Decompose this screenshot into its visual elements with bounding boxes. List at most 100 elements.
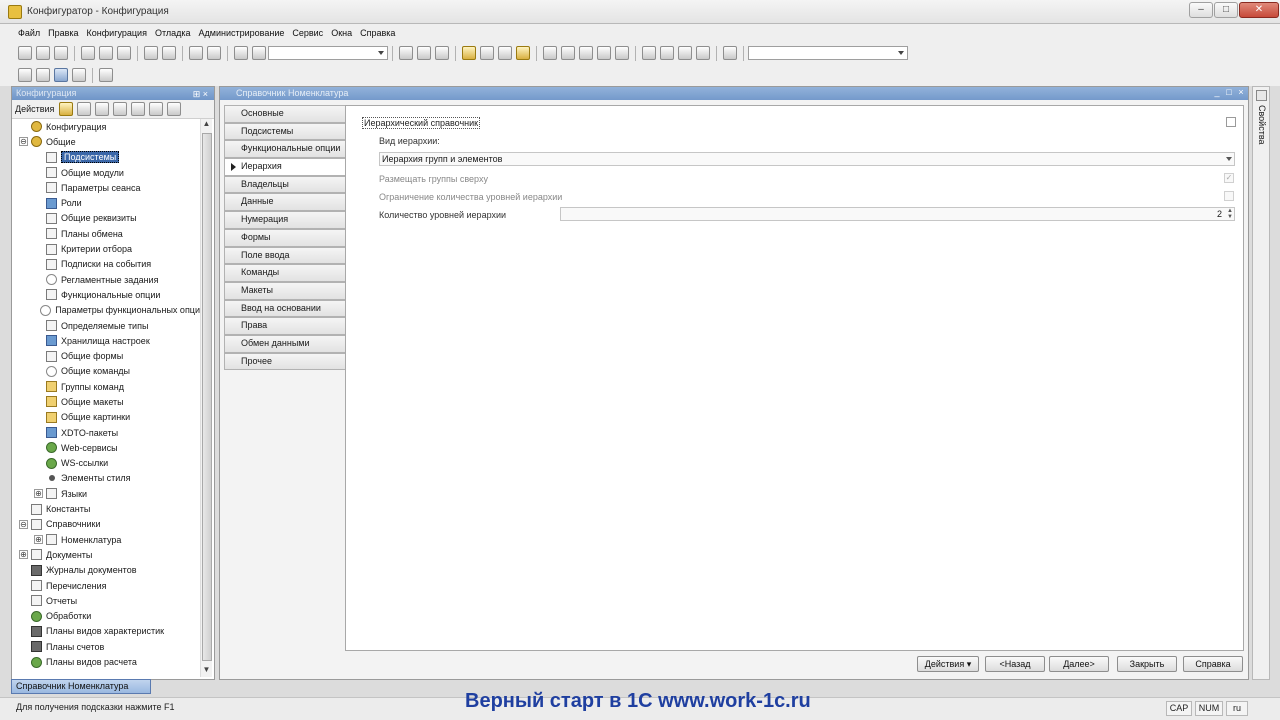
wand-icon[interactable] <box>462 46 476 60</box>
paste-icon[interactable] <box>117 46 131 60</box>
module-icon[interactable] <box>642 46 656 60</box>
expand-toggle-icon[interactable]: ⊖ <box>19 137 28 147</box>
find-icon[interactable] <box>234 46 248 60</box>
tool-icon[interactable] <box>480 46 494 60</box>
tab-12[interactable]: Права <box>224 317 346 335</box>
expand-toggle-icon[interactable]: ⊖ <box>19 519 28 529</box>
tree-item[interactable]: Критерии отбора <box>12 241 200 256</box>
bookmark-icon[interactable] <box>615 46 629 60</box>
hierarchy-type-select[interactable]: Иерархия групп и элементов <box>379 152 1235 166</box>
timer-icon[interactable] <box>723 46 737 60</box>
tab-5[interactable]: Данные <box>224 193 346 212</box>
editor-minimize-icon[interactable]: _ <box>1212 88 1222 98</box>
undo-icon[interactable] <box>189 46 203 60</box>
tab-9[interactable]: Команды <box>224 264 346 282</box>
editor-close-icon[interactable]: × <box>1236 88 1246 98</box>
maximize-button[interactable]: □ <box>1214 2 1238 18</box>
help-button[interactable]: Справка <box>1183 656 1243 672</box>
menu-configuration[interactable]: Конфигурация <box>83 28 151 38</box>
menu-debug[interactable]: Отладка <box>151 28 195 38</box>
brackets-icon[interactable] <box>597 46 611 60</box>
compare-icon[interactable] <box>72 68 86 82</box>
minimize-button[interactable]: – <box>1189 2 1213 18</box>
expand-toggle-icon[interactable]: ⊕ <box>34 535 43 545</box>
tree-item[interactable]: Отчеты <box>12 593 200 608</box>
tree-item[interactable]: Общие картинки <box>12 410 200 425</box>
tab-11[interactable]: Ввод на основании <box>224 299 346 318</box>
tree-item[interactable]: Журналы документов <box>12 563 200 578</box>
menu-edit[interactable]: Правка <box>44 28 82 38</box>
tree-item[interactable]: Регламентные задания <box>12 272 200 287</box>
tree-item[interactable]: Обработки <box>12 609 200 624</box>
tree-item[interactable]: Хранилища настроек <box>12 333 200 348</box>
copy-icon[interactable] <box>99 46 113 60</box>
tab-1[interactable]: Подсистемы <box>224 122 346 141</box>
scroll-up-icon[interactable]: ▲ <box>201 119 212 131</box>
tab-8[interactable]: Поле ввода <box>224 246 346 265</box>
tab-4[interactable]: Владельцы <box>224 175 346 194</box>
menu-help[interactable]: Справка <box>356 28 399 38</box>
pin-icon[interactable]: ⊞ × <box>193 88 208 101</box>
tab-7[interactable]: Формы <box>224 228 346 247</box>
tree-scrollbar[interactable]: ▲ ▼ <box>200 119 212 677</box>
editor-maximize-icon[interactable]: □ <box>1224 88 1234 98</box>
redo-icon[interactable] <box>207 46 221 60</box>
tree-item[interactable]: Web-сервисы <box>12 440 200 455</box>
tree-item[interactable]: Подсистемы <box>12 150 200 165</box>
tab-13[interactable]: Обмен данными <box>224 334 346 353</box>
update-config-icon[interactable] <box>54 68 68 82</box>
new-icon[interactable] <box>18 46 32 60</box>
print-icon[interactable] <box>144 46 158 60</box>
tree-item[interactable]: Константы <box>12 501 200 516</box>
tree-item[interactable]: Общие модули <box>12 165 200 180</box>
expand-toggle-icon[interactable]: ⊕ <box>19 550 28 560</box>
tree-item[interactable]: Элементы стиля <box>12 471 200 486</box>
tree-item[interactable]: Параметры функциональных опци <box>12 303 200 318</box>
spin-icon[interactable]: ▲ ▼ <box>1227 208 1233 220</box>
run-icon[interactable] <box>99 68 113 82</box>
tree-item[interactable]: Общие реквизиты <box>12 211 200 226</box>
tree-item[interactable]: Общие формы <box>12 348 200 363</box>
sort-icon[interactable] <box>167 102 182 116</box>
tree-icon[interactable] <box>696 46 710 60</box>
tree-item[interactable]: ⊕ Номенклатура <box>12 532 200 547</box>
tree-item[interactable]: Перечисления <box>12 578 200 593</box>
tree-item[interactable]: WS-ссылки <box>12 456 200 471</box>
back-button[interactable]: <Назад <box>985 656 1045 672</box>
search-combo[interactable] <box>268 46 388 60</box>
tree-item[interactable]: Параметры сеанса <box>12 180 200 195</box>
add-icon[interactable] <box>59 102 74 116</box>
close-editor-button[interactable]: Закрыть <box>1117 656 1177 672</box>
find-prev-icon[interactable] <box>417 46 431 60</box>
save-icon[interactable] <box>54 46 68 60</box>
tab-2[interactable]: Функциональные опции <box>224 140 346 159</box>
taskbar-tab-catalog[interactable]: Справочник Номенклатура <box>11 679 151 694</box>
tab-10[interactable]: Макеты <box>224 281 346 300</box>
info-icon[interactable] <box>516 46 530 60</box>
hierarchical-catalog-checkbox[interactable] <box>1226 117 1236 127</box>
tree-item[interactable]: Группы команд <box>12 379 200 394</box>
tree-item[interactable]: Конфигурация <box>12 119 200 134</box>
tree-item[interactable]: Роли <box>12 195 200 210</box>
levels-count-field[interactable]: 2 ▲ ▼ <box>560 207 1235 221</box>
tree-item[interactable]: XDTO-пакеты <box>12 425 200 440</box>
tab-6[interactable]: Нумерация <box>224 211 346 229</box>
tab-14[interactable]: Прочее <box>224 352 346 371</box>
tree-item[interactable]: Подписки на события <box>12 257 200 272</box>
close-button[interactable]: ✕ <box>1239 2 1279 18</box>
scroll-down-icon[interactable]: ▼ <box>201 665 212 677</box>
move-down-icon[interactable] <box>149 102 164 116</box>
window-icon[interactable] <box>435 46 449 60</box>
preview-icon[interactable] <box>162 46 176 60</box>
step-into-icon[interactable] <box>543 46 557 60</box>
next-button[interactable]: Далее> <box>1049 656 1109 672</box>
tree-item[interactable]: Планы видов характеристик <box>12 624 200 639</box>
tab-3[interactable]: Иерархия <box>224 158 347 176</box>
tree-item[interactable]: Общие команды <box>12 364 200 379</box>
tree-item[interactable]: ⊕ Документы <box>12 547 200 562</box>
db-icon[interactable] <box>18 68 32 82</box>
form-icon[interactable] <box>660 46 674 60</box>
tree-item[interactable]: ⊖ Общие <box>12 134 200 149</box>
actions-button[interactable]: Действия ▾ <box>917 656 979 672</box>
copy-icon[interactable] <box>95 102 110 116</box>
